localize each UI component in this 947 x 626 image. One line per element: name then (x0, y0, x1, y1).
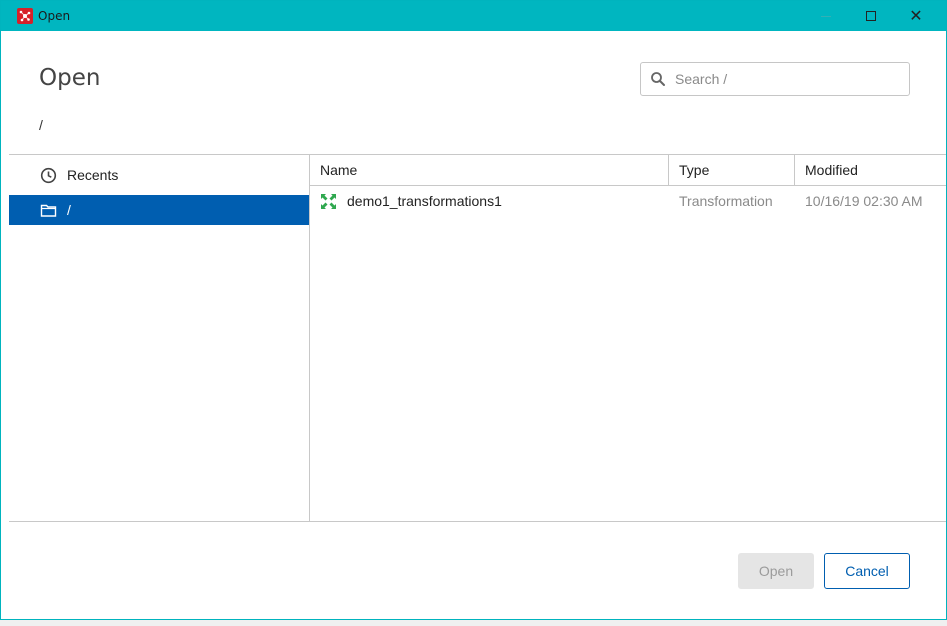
file-type: Transformation (679, 193, 773, 209)
dialog-heading: Open (39, 65, 101, 91)
background-edge (0, 620, 947, 626)
search-input[interactable] (675, 69, 900, 89)
current-path: / (39, 117, 43, 133)
app-logo-icon (17, 8, 33, 24)
column-header-modified[interactable]: Modified (795, 155, 946, 185)
table-row[interactable]: demo1_transformations1 Transformation 10… (310, 187, 946, 215)
file-name: demo1_transformations1 (347, 193, 502, 209)
maximize-icon (866, 11, 876, 21)
file-table-header: Name Type Modified (310, 155, 946, 186)
sidebar-item-label: / (67, 202, 71, 218)
sidebar-item-recents[interactable]: Recents (9, 160, 309, 190)
minimize-button[interactable] (803, 1, 849, 31)
sidebar-item-label: Recents (67, 167, 119, 183)
open-dialog-window: Open ✕ Open / Recents (0, 0, 947, 620)
column-header-name[interactable]: Name (310, 155, 669, 185)
clock-icon (40, 167, 57, 184)
title-bar[interactable]: Open ✕ (1, 1, 946, 31)
sidebar: Recents / (9, 155, 309, 521)
file-modified: 10/16/19 02:30 AM (805, 193, 923, 209)
pane-divider-bottom (9, 521, 946, 522)
folder-icon (40, 204, 57, 217)
transformation-icon (321, 194, 336, 209)
window-title: Open (38, 9, 71, 23)
column-header-type[interactable]: Type (669, 155, 795, 185)
close-icon: ✕ (909, 6, 923, 25)
sidebar-item-root[interactable]: / (9, 195, 309, 225)
minimize-icon (821, 15, 831, 17)
open-button[interactable]: Open (738, 553, 814, 589)
cancel-button[interactable]: Cancel (824, 553, 910, 589)
search-icon (651, 72, 665, 86)
search-box[interactable] (640, 62, 910, 96)
maximize-button[interactable] (848, 1, 894, 31)
close-button[interactable]: ✕ (893, 1, 939, 31)
